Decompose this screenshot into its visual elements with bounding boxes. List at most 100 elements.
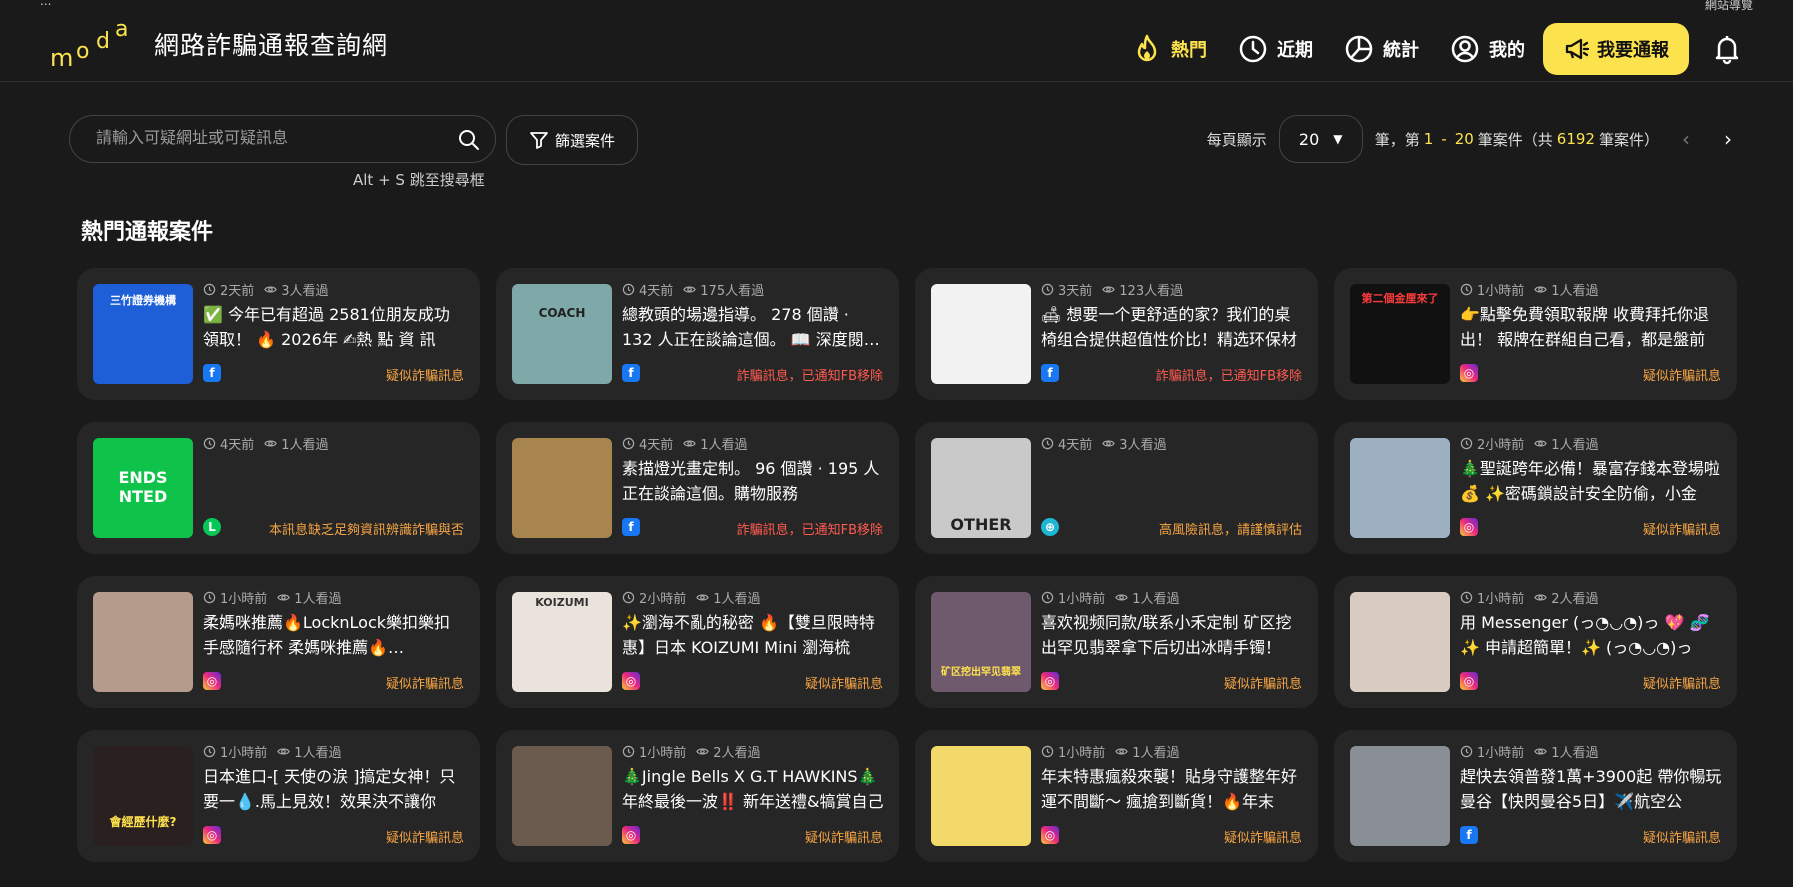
- case-meta: 1小時前 2人看過: [622, 742, 761, 761]
- case-description: 🎄Jingle Bells X G.T HAWKINS🎄年終最後一波‼️ 新年送…: [622, 767, 884, 811]
- case-description: [203, 456, 465, 506]
- filter-button[interactable]: 篩選案件: [506, 115, 638, 165]
- case-meta: 2小時前 1人看過: [1460, 434, 1599, 453]
- case-card[interactable]: ENDS NTED 4天前 1人看過 L 本訊息缺乏足夠資訊辨識詐騙與否: [77, 422, 480, 554]
- case-card[interactable]: COACH 4天前 175人看過 總教頭的場邊指導。 278 個讚 · 132 …: [496, 268, 899, 400]
- case-card[interactable]: 1小時前 1人看過 柔媽咪推薦🔥LocknLock樂扣樂扣手感隨行杯 柔媽咪推薦…: [77, 576, 480, 708]
- megaphone-icon: [1565, 38, 1590, 60]
- case-status: 疑似詐騙訊息: [385, 831, 464, 846]
- case-card[interactable]: 1小時前 2人看過 🎄Jingle Bells X G.T HAWKINS🎄年終…: [496, 730, 899, 862]
- case-views: 1人看過: [294, 592, 342, 607]
- case-card[interactable]: OTHER 4天前 3人看過 ⊕ 高風險訊息，請謹慎評估: [915, 422, 1318, 554]
- case-card[interactable]: 會經歷什麼? 1小時前 1人看過 日本進口-[ 天使の涙 ]搞定女神！只要一💧.…: [77, 730, 480, 862]
- case-status: 疑似詐騙訊息: [1223, 677, 1302, 692]
- clock-icon: [622, 591, 635, 604]
- per-page-select[interactable]: 20 ▼: [1278, 115, 1363, 163]
- case-card[interactable]: 4天前 1人看過 素描燈光畫定制。 96 個讚 · 195 人正在談論這個。購物…: [496, 422, 899, 554]
- case-thumbnail: KOIZUMI: [512, 592, 612, 692]
- case-status: 疑似詐騙訊息: [1642, 369, 1721, 384]
- case-meta: 1小時前 2人看過: [1460, 588, 1599, 607]
- case-card[interactable]: 矿区挖出罕见翡翠 1小時前 1人看過 喜欢视频同款/联系小禾定制 矿区挖出罕见翡…: [915, 576, 1318, 708]
- views-group: 2人看過: [696, 742, 761, 761]
- ig-platform-icon: ◎: [1041, 672, 1059, 690]
- clock-icon: [1041, 437, 1054, 450]
- nav-stats[interactable]: 統計: [1343, 33, 1419, 65]
- case-thumbnail: [512, 438, 612, 538]
- case-meta: 1小時前 1人看過: [1460, 742, 1599, 761]
- case-views: 1人看過: [700, 438, 748, 453]
- ig-platform-icon: ◎: [1460, 518, 1478, 536]
- case-time: 2小時前: [639, 592, 687, 607]
- case-card[interactable]: 2小時前 1人看過 🎄聖誕跨年必備！暴富存錢本登場啦💰 ✨密碼鎖設計安全防偷，小…: [1334, 422, 1737, 554]
- nav-mine[interactable]: 我的: [1449, 33, 1525, 65]
- case-time: 1小時前: [220, 746, 268, 761]
- next-page-button[interactable]: ›: [1713, 124, 1743, 154]
- clock-icon: [622, 437, 635, 450]
- case-thumbnail: [931, 284, 1031, 384]
- clock-icon: [1041, 591, 1054, 604]
- case-status: 詐騙訊息，已通知FB移除: [1155, 369, 1302, 384]
- nav-recent[interactable]: 近期: [1237, 33, 1313, 65]
- case-status: 詐騙訊息，已通知FB移除: [736, 523, 883, 538]
- clock-icon: [1460, 437, 1473, 450]
- views-group: 1人看過: [264, 434, 329, 453]
- pagination: 每頁顯示 20 ▼ 筆，第 1 - 20 筆案件（共 6192 筆案件） ‹ ›: [1207, 115, 1743, 163]
- views-group: 1人看過: [277, 742, 342, 761]
- search-icon[interactable]: [457, 128, 481, 152]
- case-card[interactable]: 1小時前 1人看過 年末特惠瘋殺來襲！貼身守護整年好運不間斷～ 瘋搶到斷貨！🔥年…: [915, 730, 1318, 862]
- eye-icon: [264, 440, 278, 447]
- per-page-label: 每頁顯示: [1206, 130, 1267, 149]
- case-views: 2人看過: [713, 746, 761, 761]
- case-time: 3天前: [1058, 284, 1093, 299]
- case-grid: 三竹證券機構 2天前 3人看過 ✅ 今年已有超過 2581位朋友成功領取！ 🔥 …: [77, 268, 1737, 862]
- case-views: 1人看過: [1551, 284, 1599, 299]
- case-meta: 4天前 1人看過: [203, 434, 329, 453]
- moda-logo[interactable]: m o d a: [50, 16, 140, 70]
- case-meta: 3天前 123人看過: [1041, 280, 1183, 299]
- filter-label: 篩選案件: [554, 131, 615, 150]
- case-thumbnail: [1350, 592, 1450, 692]
- case-views: 3人看過: [1119, 438, 1167, 453]
- header: m o d a 網路詐騙通報查詢網 熱門 近期 統計 我的 我要通報: [0, 0, 1793, 82]
- case-card[interactable]: 三竹證券機構 2天前 3人看過 ✅ 今年已有超過 2581位朋友成功領取！ 🔥 …: [77, 268, 480, 400]
- fb-platform-icon: f: [1041, 364, 1059, 382]
- case-thumbnail: 第二個金厘來了: [1350, 284, 1450, 384]
- fb-platform-icon: f: [203, 364, 221, 382]
- case-description: 日本進口-[ 天使の涙 ]搞定女神！只要一💧.馬上見效！效果決不讓你: [203, 767, 456, 811]
- search-input[interactable]: [96, 128, 436, 147]
- case-meta: 1小時前 1人看過: [1041, 742, 1180, 761]
- pie-chart-icon: [1345, 35, 1373, 63]
- thumbnail-text: 第二個金厘來了: [1361, 292, 1439, 305]
- case-description: 趕快去領普發1萬+3900起 帶你暢玩曼谷【快閃曼谷5日】✈️航空公: [1460, 767, 1722, 811]
- case-card[interactable]: 1小時前 2人看過 用 Messenger (っ◔◡◔)っ 💖 🧬 ✨ 申請超簡…: [1334, 576, 1737, 708]
- case-time: 1小時前: [1477, 284, 1525, 299]
- thumbnail-text: COACH: [538, 306, 586, 320]
- case-card[interactable]: 第二個金厘來了 1小時前 1人看過 👉點擊免費領取報牌 收費拜托你退出！ 報牌在…: [1334, 268, 1737, 400]
- thumbnail-text: KOIZUMI: [535, 596, 589, 609]
- views-group: 175人看過: [683, 280, 764, 299]
- fb-platform-icon: f: [622, 364, 640, 382]
- case-card[interactable]: 1小時前 1人看過 趕快去領普發1萬+3900起 帶你暢玩曼谷【快閃曼谷5日】✈…: [1334, 730, 1737, 862]
- eye-icon: [264, 286, 278, 293]
- case-status: 疑似詐騙訊息: [804, 831, 883, 846]
- case-description: 用 Messenger (っ◔◡◔)っ 💖 🧬 ✨ 申請超簡單！✨ (っ◔◡◔)…: [1460, 613, 1710, 657]
- case-card[interactable]: KOIZUMI 2小時前 1人看過 ✨瀏海不亂的秘密 🔥【雙旦限時特惠】日本 K…: [496, 576, 899, 708]
- prev-page-button[interactable]: ‹: [1671, 124, 1701, 154]
- ig-platform-icon: ◎: [203, 826, 221, 844]
- case-thumbnail: [931, 746, 1031, 846]
- ig-platform-icon: ◎: [622, 672, 640, 690]
- fb-platform-icon: f: [622, 518, 640, 536]
- report-button[interactable]: 我要通報: [1543, 23, 1689, 75]
- case-time: 4天前: [1058, 438, 1093, 453]
- clock-icon: [1460, 591, 1473, 604]
- user-icon: [1451, 35, 1479, 63]
- eye-icon: [1534, 286, 1548, 293]
- case-card[interactable]: 3天前 123人看過 🛋 想要一个更舒适的家？我们的桌椅组合提供超值性价比！精选…: [915, 268, 1318, 400]
- nav-recent-label: 近期: [1277, 40, 1313, 61]
- site-title[interactable]: 網路詐騙通報查詢網: [154, 26, 388, 62]
- case-status: 高風險訊息，請謹慎評估: [1158, 523, 1302, 538]
- case-status: 疑似詐騙訊息: [1223, 831, 1302, 846]
- case-description: 喜欢视频同款/联系小禾定制 矿区挖出罕见翡翠拿下后切出冰晴手镯！: [1041, 613, 1292, 657]
- nav-hot[interactable]: 熱門: [1131, 33, 1207, 65]
- bell-icon[interactable]: [1711, 33, 1743, 65]
